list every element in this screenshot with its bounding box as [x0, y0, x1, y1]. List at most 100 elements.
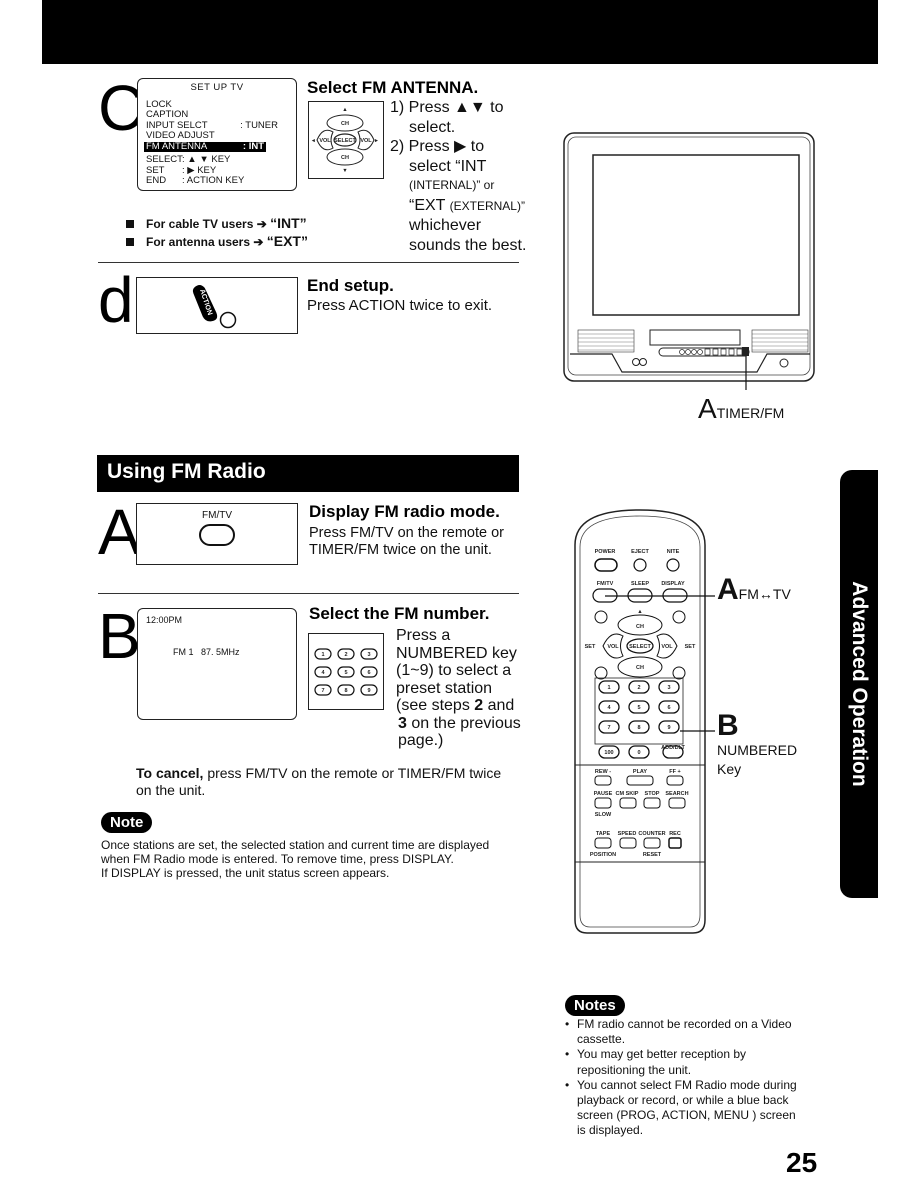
- callout-letter: B: [717, 709, 739, 742]
- remote-control-illustration: POWER EJECT NITE FM/TV SLEEP DISPLAY ▲ C…: [574, 509, 715, 934]
- notes-item: • You cannot select FM Radio mode during p…: [565, 1078, 830, 1139]
- callout-label: TIMER/FM: [716, 405, 785, 421]
- cancel-instructions: To cancel, press FM/TV on the remote or …: [136, 765, 501, 799]
- side-tab-label: Advanced Operation: [848, 581, 871, 787]
- svg-text:NITE: NITE: [667, 549, 680, 555]
- notes-line: You may get better reception by: [577, 1047, 746, 1062]
- step-a-title: Display FM radio mode.: [309, 502, 500, 521]
- svg-text:REC: REC: [669, 831, 681, 837]
- svg-text:VOL: VOL: [360, 138, 372, 144]
- menu-item-value: : TUNER: [240, 119, 278, 131]
- notes-label: Notes: [565, 995, 625, 1016]
- fmtv-label: FM/TV: [202, 510, 232, 521]
- instruction-text: (EXTERNAL)”: [449, 198, 525, 213]
- instruction-1: 1) Press ▲▼ to: [390, 99, 504, 116]
- timer-fm-button: [742, 347, 749, 356]
- keypad-key-label: 7: [321, 688, 324, 694]
- keypad-key-label: 5: [344, 670, 347, 676]
- svg-text:POWER: POWER: [595, 549, 616, 555]
- svg-text:COUNTER: COUNTER: [638, 831, 665, 837]
- step-b-line: page.): [398, 732, 444, 749]
- step-b-letter: B: [98, 600, 141, 672]
- notes-pill: Notes: [565, 995, 625, 1016]
- step-a-letter: A: [98, 496, 141, 568]
- instruction-2-cont: select “INT: [409, 157, 487, 175]
- svg-text:FM/TV: FM/TV: [597, 581, 614, 587]
- menu-key-legend: SELECT: ▲ ▼ KEY SET: ▶ KEY END: ACTION K…: [146, 154, 288, 187]
- notes-item: • FM radio cannot be recorded on a Video c…: [565, 1017, 830, 1047]
- keypad-key-label: 6: [367, 670, 370, 676]
- svg-text:▲: ▲: [342, 107, 347, 113]
- note-label: Note: [101, 812, 153, 833]
- dpad-illustration: ▲ CH CH ▼ VOL VOL SELECT ◂ ▸: [308, 101, 384, 179]
- bullet-dot-icon: •: [565, 1047, 570, 1062]
- svg-text:▸: ▸: [374, 138, 379, 144]
- svg-text:PAUSE: PAUSE: [594, 791, 613, 797]
- fm-screen: 12:00PM FM 1 87. 5MHz: [137, 608, 297, 720]
- divider: [98, 262, 519, 263]
- notes-line: cassette.: [577, 1032, 626, 1047]
- step-b-line: (see steps 2 and: [396, 697, 521, 715]
- cancel-line: To cancel, press FM/TV on the remote or …: [136, 765, 501, 782]
- menu-item-fm-antenna: FM ANTENNA: INT: [144, 140, 266, 152]
- fmtv-button-icon: [199, 524, 235, 546]
- section-side-tab: Advanced Operation: [840, 470, 878, 898]
- step-d-letter: d: [98, 264, 134, 336]
- svg-text:VOL: VOL: [661, 644, 673, 650]
- setup-tv-screen: SET UP TV LOCK CAPTION INPUT SELCT: TUNE…: [137, 78, 297, 191]
- key-legend-label: SELECT: [146, 154, 183, 165]
- action-button-icon: ACTION: [192, 285, 237, 329]
- bullet-text: For antenna users ➔: [146, 235, 267, 249]
- bullet-value: “INT”: [270, 215, 307, 231]
- section-title: Using FM Radio: [97, 455, 519, 492]
- step-a-line: TIMER/FM twice on the unit.: [309, 542, 492, 558]
- cancel-line: on the unit.: [136, 782, 206, 798]
- fm-screen-time: 12:00PM: [146, 615, 183, 625]
- menu-item-value: : INT: [242, 140, 264, 152]
- remote-number-key-label: 1: [607, 685, 610, 691]
- tv-screen: [592, 154, 800, 316]
- action-button-illustration: ACTION: [136, 277, 298, 334]
- svg-text:SPEED: SPEED: [618, 831, 637, 837]
- setup-tv-title: SET UP TV: [190, 82, 244, 93]
- notes-line: repositioning the unit.: [577, 1062, 692, 1077]
- notes-line: playback or record, or while a blue back: [577, 1093, 789, 1108]
- svg-text:CH: CH: [636, 665, 644, 671]
- dpad-icon: ▲ CH CH ▼ VOL VOL SELECT ◂ ▸: [311, 107, 379, 174]
- svg-text:SELECT: SELECT: [334, 138, 356, 144]
- step-c-instructions: 1) Press ▲▼ to select. 2) Press ▶ to sel…: [390, 98, 526, 255]
- bullet-text: For cable TV users ➔: [146, 217, 271, 231]
- callout-letter: A: [717, 573, 739, 606]
- note-line: when FM Radio mode is entered. To remove…: [101, 852, 454, 866]
- callout-label: FM↔TV: [738, 586, 791, 602]
- fm-screen-station: FM 1 87. 5MHz: [173, 647, 240, 657]
- keypad-key-label: 2: [344, 652, 347, 658]
- step-b-line: NUMBERED key: [396, 644, 517, 662]
- step-b-line: preset station: [396, 679, 493, 697]
- remote-number-key-label: 0: [637, 750, 640, 756]
- keypad-key-label: 1: [321, 652, 324, 658]
- step-c-title: Select FM ANTENNA.: [307, 78, 479, 97]
- divider: [98, 593, 519, 594]
- svg-text:SLEEP: SLEEP: [631, 581, 649, 587]
- step-d-text: Press ACTION twice to exit.: [307, 297, 493, 314]
- svg-text:SLOW: SLOW: [595, 812, 612, 818]
- bullet-dot-icon: •: [565, 1017, 570, 1031]
- svg-text:PLAY: PLAY: [633, 769, 647, 775]
- bullet-value: “EXT”: [266, 233, 308, 249]
- bullet-dot-icon: •: [565, 1077, 570, 1092]
- callout-letter: A: [698, 393, 717, 424]
- remote-number-key-label: 100: [604, 750, 613, 756]
- bullet-square-icon: [126, 238, 134, 246]
- bullet-antenna: For antenna users ➔ “EXT”: [126, 233, 308, 251]
- keypad-key-label: 8: [344, 688, 347, 694]
- svg-text:RESET: RESET: [643, 852, 662, 858]
- svg-text:TAPE: TAPE: [596, 831, 611, 837]
- remote-number-key-label: 5: [637, 705, 640, 711]
- remote-number-key-label: 9: [667, 725, 670, 731]
- tv-unit-illustration: [563, 132, 815, 390]
- step-b-instructions: Press a NUMBERED key (1~9) to select a p…: [396, 627, 521, 750]
- fmtv-button-illustration: FM/TV: [136, 503, 298, 565]
- svg-text:▼: ▼: [342, 168, 347, 174]
- cancel-bold: To cancel,: [136, 765, 204, 781]
